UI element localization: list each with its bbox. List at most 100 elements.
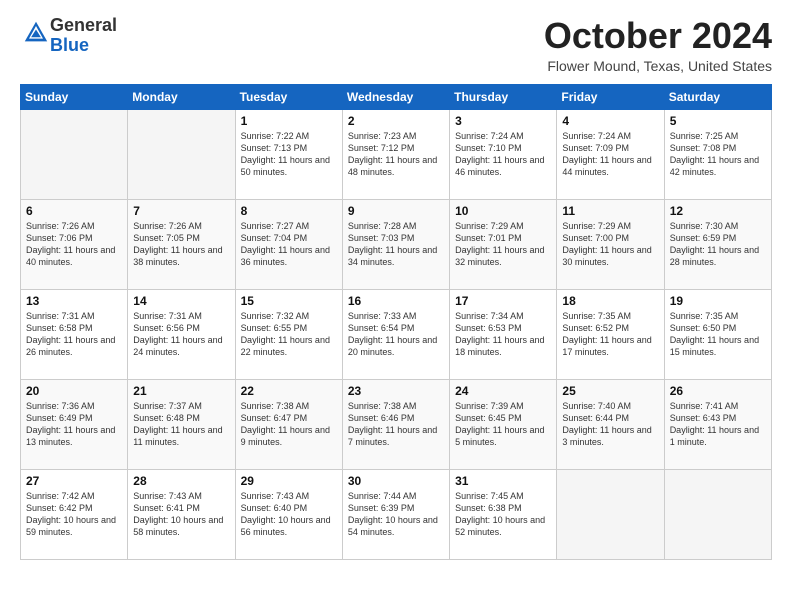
day-number: 16 — [348, 294, 444, 308]
day-number: 30 — [348, 474, 444, 488]
calendar-day-cell: 18 Sunrise: 7:35 AM Sunset: 6:52 PM Dayli… — [557, 289, 664, 379]
day-info: Sunrise: 7:40 AM Sunset: 6:44 PM Dayligh… — [562, 400, 658, 449]
day-info: Sunrise: 7:33 AM Sunset: 6:54 PM Dayligh… — [348, 310, 444, 359]
day-info: Sunrise: 7:24 AM Sunset: 7:10 PM Dayligh… — [455, 130, 551, 179]
day-number: 20 — [26, 384, 122, 398]
day-info: Sunrise: 7:36 AM Sunset: 6:49 PM Dayligh… — [26, 400, 122, 449]
day-number: 6 — [26, 204, 122, 218]
calendar-day-cell: 30Sunrise: 7:44 AM Sunset: 6:39 PM Dayli… — [342, 469, 449, 559]
calendar-day-cell: 3 Sunrise: 7:24 AM Sunset: 7:10 PM Daylig… — [450, 109, 557, 199]
day-info: Sunrise: 7:26 AM Sunset: 7:05 PM Dayligh… — [133, 220, 229, 269]
day-number: 28 — [133, 474, 229, 488]
day-info: Sunrise: 7:27 AM Sunset: 7:04 PM Dayligh… — [241, 220, 337, 269]
day-info: Sunrise: 7:25 AM Sunset: 7:08 PM Dayligh… — [670, 130, 766, 179]
day-info: Sunrise: 7:35 AM Sunset: 6:52 PM Dayligh… — [562, 310, 658, 359]
day-number: 21 — [133, 384, 229, 398]
calendar-week-row: 27Sunrise: 7:42 AM Sunset: 6:42 PM Dayli… — [21, 469, 772, 559]
day-info: Sunrise: 7:24 AM Sunset: 7:09 PM Dayligh… — [562, 130, 658, 179]
day-info: Sunrise: 7:26 AM Sunset: 7:06 PM Dayligh… — [26, 220, 122, 269]
calendar-day-cell: 7Sunrise: 7:26 AM Sunset: 7:05 PM Daylig… — [128, 199, 235, 289]
day-info: Sunrise: 7:31 AM Sunset: 6:56 PM Dayligh… — [133, 310, 229, 359]
logo-general: General — [50, 15, 117, 35]
day-number: 10 — [455, 204, 551, 218]
calendar-day-cell: 23Sunrise: 7:38 AM Sunset: 6:46 PM Dayli… — [342, 379, 449, 469]
day-info: Sunrise: 7:28 AM Sunset: 7:03 PM Dayligh… — [348, 220, 444, 269]
calendar-day-cell: 24Sunrise: 7:39 AM Sunset: 6:45 PM Dayli… — [450, 379, 557, 469]
day-info: Sunrise: 7:41 AM Sunset: 6:43 PM Dayligh… — [670, 400, 766, 449]
day-number: 8 — [241, 204, 337, 218]
day-number: 18 — [562, 294, 658, 308]
calendar-day-cell: 10 Sunrise: 7:29 AM Sunset: 7:01 PM Dayli… — [450, 199, 557, 289]
calendar-day-cell: 2 Sunrise: 7:23 AM Sunset: 7:12 PM Daylig… — [342, 109, 449, 199]
weekday-header-cell: Wednesday — [342, 84, 449, 109]
calendar-body: 1Sunrise: 7:22 AM Sunset: 7:13 PM Daylig… — [21, 109, 772, 559]
weekday-header-cell: Saturday — [664, 84, 771, 109]
weekday-header-cell: Friday — [557, 84, 664, 109]
header: General Blue October 2024 Flower Mound, … — [20, 16, 772, 74]
day-info: Sunrise: 7:38 AM Sunset: 6:47 PM Dayligh… — [241, 400, 337, 449]
calendar-day-cell: 22Sunrise: 7:38 AM Sunset: 6:47 PM Dayli… — [235, 379, 342, 469]
calendar-day-cell: 12Sunrise: 7:30 AM Sunset: 6:59 PM Dayli… — [664, 199, 771, 289]
calendar-day-cell: 25 Sunrise: 7:40 AM Sunset: 6:44 PM Dayli… — [557, 379, 664, 469]
day-number: 3 — [455, 114, 551, 128]
calendar-table: SundayMondayTuesdayWednesdayThursdayFrid… — [20, 84, 772, 560]
page: General Blue October 2024 Flower Mound, … — [0, 0, 792, 612]
location: Flower Mound, Texas, United States — [544, 58, 772, 74]
day-info: Sunrise: 7:22 AM Sunset: 7:13 PM Dayligh… — [241, 130, 337, 179]
calendar-day-cell: 8 Sunrise: 7:27 AM Sunset: 7:04 PM Daylig… — [235, 199, 342, 289]
calendar-week-row: 20 Sunrise: 7:36 AM Sunset: 6:49 PM Dayli… — [21, 379, 772, 469]
day-number: 29 — [241, 474, 337, 488]
day-info: Sunrise: 7:43 AM Sunset: 6:40 PM Dayligh… — [241, 490, 337, 539]
calendar-day-cell — [128, 109, 235, 199]
calendar-week-row: 6 Sunrise: 7:26 AM Sunset: 7:06 PM Daylig… — [21, 199, 772, 289]
day-info: Sunrise: 7:45 AM Sunset: 6:38 PM Dayligh… — [455, 490, 551, 539]
day-number: 4 — [562, 114, 658, 128]
weekday-header-row: SundayMondayTuesdayWednesdayThursdayFrid… — [21, 84, 772, 109]
calendar-day-cell: 14 Sunrise: 7:31 AM Sunset: 6:56 PM Dayli… — [128, 289, 235, 379]
day-info: Sunrise: 7:37 AM Sunset: 6:48 PM Dayligh… — [133, 400, 229, 449]
day-number: 25 — [562, 384, 658, 398]
day-number: 15 — [241, 294, 337, 308]
title-block: October 2024 Flower Mound, Texas, United… — [544, 16, 772, 74]
day-number: 14 — [133, 294, 229, 308]
day-number: 13 — [26, 294, 122, 308]
day-info: Sunrise: 7:23 AM Sunset: 7:12 PM Dayligh… — [348, 130, 444, 179]
calendar-week-row: 13 Sunrise: 7:31 AM Sunset: 6:58 PM Dayli… — [21, 289, 772, 379]
calendar-day-cell: 28 Sunrise: 7:43 AM Sunset: 6:41 PM Dayli… — [128, 469, 235, 559]
day-number: 27 — [26, 474, 122, 488]
calendar-day-cell: 29 Sunrise: 7:43 AM Sunset: 6:40 PM Dayli… — [235, 469, 342, 559]
weekday-header-cell: Monday — [128, 84, 235, 109]
calendar-day-cell — [21, 109, 128, 199]
day-info: Sunrise: 7:29 AM Sunset: 7:01 PM Dayligh… — [455, 220, 551, 269]
calendar-day-cell: 27Sunrise: 7:42 AM Sunset: 6:42 PM Dayli… — [21, 469, 128, 559]
calendar-day-cell: 21 Sunrise: 7:37 AM Sunset: 6:48 PM Dayli… — [128, 379, 235, 469]
calendar-day-cell: 4 Sunrise: 7:24 AM Sunset: 7:09 PM Daylig… — [557, 109, 664, 199]
day-number: 26 — [670, 384, 766, 398]
calendar-day-cell — [664, 469, 771, 559]
logo: General Blue — [20, 16, 117, 56]
day-number: 24 — [455, 384, 551, 398]
day-info: Sunrise: 7:38 AM Sunset: 6:46 PM Dayligh… — [348, 400, 444, 449]
calendar-day-cell: 17Sunrise: 7:34 AM Sunset: 6:53 PM Dayli… — [450, 289, 557, 379]
day-info: Sunrise: 7:31 AM Sunset: 6:58 PM Dayligh… — [26, 310, 122, 359]
calendar-day-cell: 31 Sunrise: 7:45 AM Sunset: 6:38 PM Dayli… — [450, 469, 557, 559]
day-info: Sunrise: 7:43 AM Sunset: 6:41 PM Dayligh… — [133, 490, 229, 539]
logo-blue: Blue — [50, 35, 89, 55]
calendar-day-cell — [557, 469, 664, 559]
calendar-day-cell: 9Sunrise: 7:28 AM Sunset: 7:03 PM Daylig… — [342, 199, 449, 289]
calendar-day-cell: 6 Sunrise: 7:26 AM Sunset: 7:06 PM Daylig… — [21, 199, 128, 289]
calendar-day-cell: 16 Sunrise: 7:33 AM Sunset: 6:54 PM Dayli… — [342, 289, 449, 379]
day-number: 17 — [455, 294, 551, 308]
weekday-header-cell: Thursday — [450, 84, 557, 109]
calendar-day-cell: 5 Sunrise: 7:25 AM Sunset: 7:08 PM Daylig… — [664, 109, 771, 199]
calendar-day-cell: 13 Sunrise: 7:31 AM Sunset: 6:58 PM Dayli… — [21, 289, 128, 379]
day-info: Sunrise: 7:30 AM Sunset: 6:59 PM Dayligh… — [670, 220, 766, 269]
day-number: 31 — [455, 474, 551, 488]
weekday-header-cell: Tuesday — [235, 84, 342, 109]
day-number: 5 — [670, 114, 766, 128]
day-number: 11 — [562, 204, 658, 218]
calendar-day-cell: 26 Sunrise: 7:41 AM Sunset: 6:43 PM Dayli… — [664, 379, 771, 469]
weekday-header-cell: Sunday — [21, 84, 128, 109]
day-number: 2 — [348, 114, 444, 128]
calendar-day-cell: 19Sunrise: 7:35 AM Sunset: 6:50 PM Dayli… — [664, 289, 771, 379]
